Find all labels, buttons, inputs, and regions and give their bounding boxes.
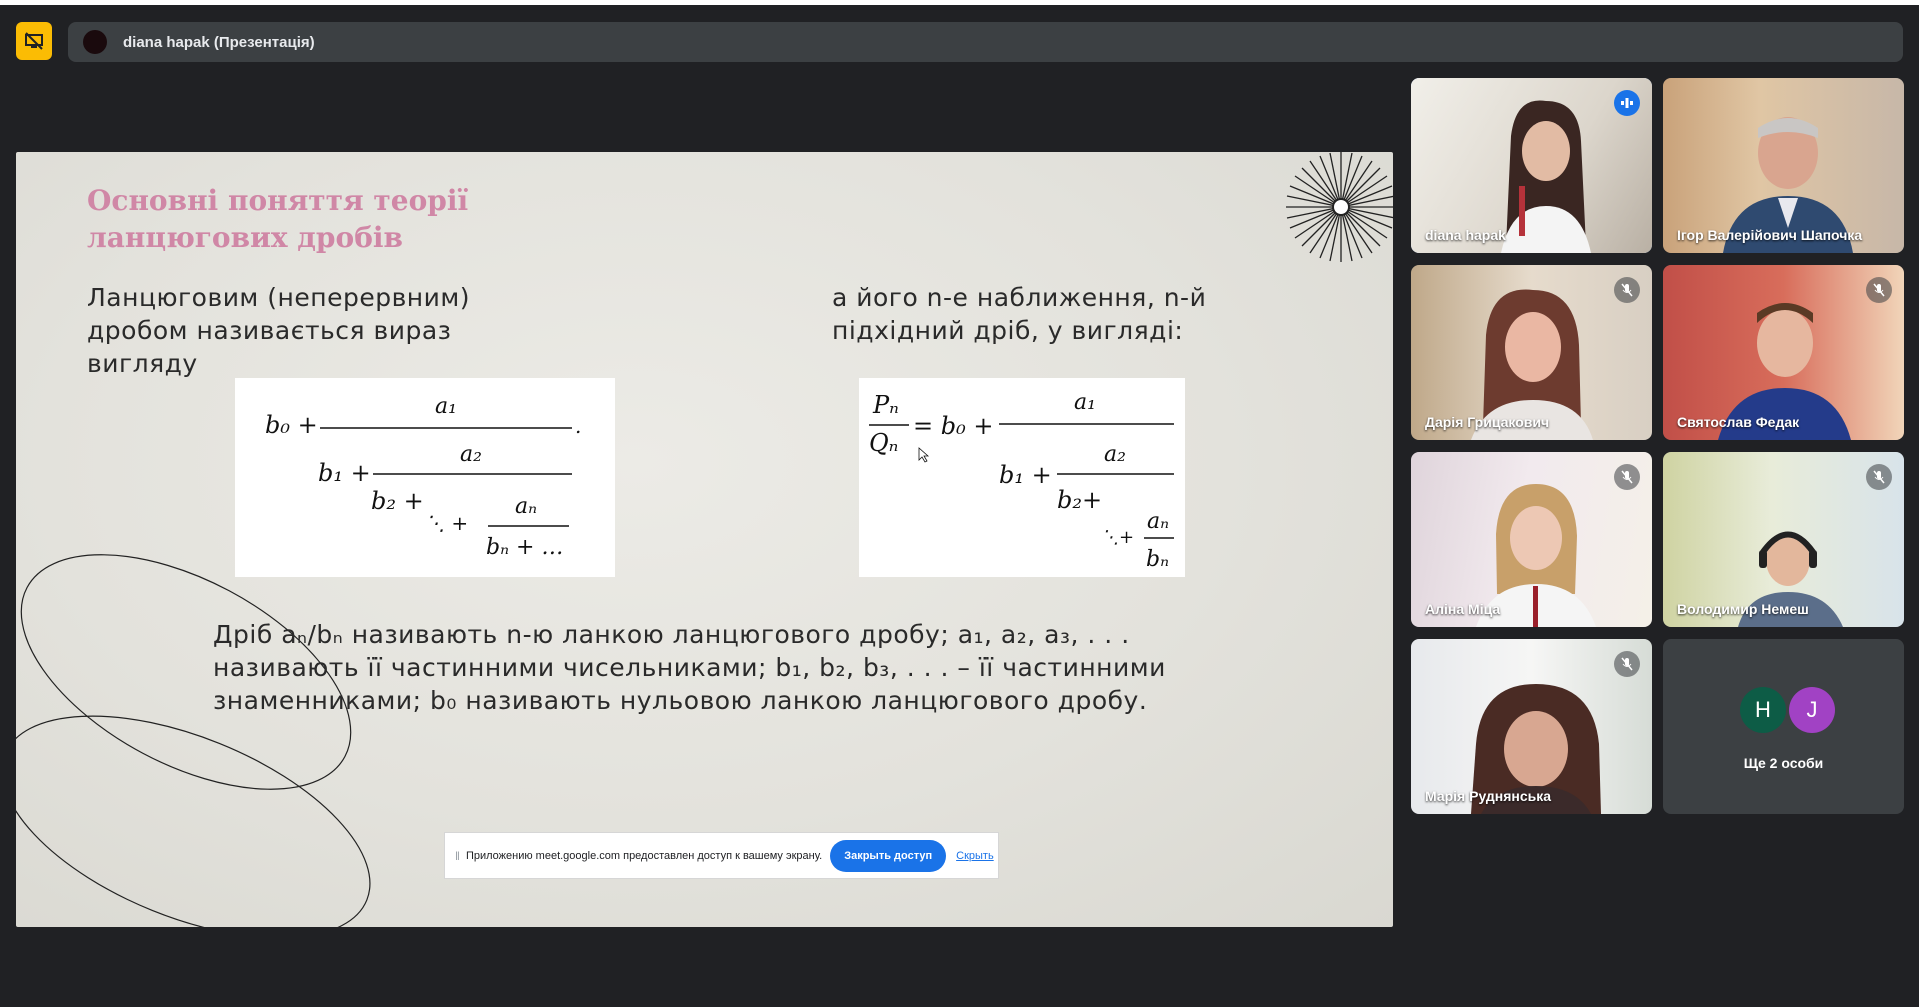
mic-off-icon [1866, 464, 1892, 490]
top-edge-line [0, 0, 1919, 5]
mic-off-icon [1614, 651, 1640, 677]
svg-text:⋱ +: ⋱ + [425, 511, 468, 535]
more-avatars: H J [1740, 687, 1835, 733]
svg-text:aₙ: aₙ [515, 494, 537, 519]
approximation-text: а його n-е наближення, n-й підхідний дрі… [832, 283, 1207, 345]
svg-text:aₙ: aₙ [1147, 509, 1169, 534]
decorative-sunburst-icon [1286, 152, 1393, 262]
svg-text:b₂+: b₂+ [1057, 486, 1102, 514]
svg-text:⋱+: ⋱+ [1101, 527, 1134, 548]
mic-off-icon [1866, 277, 1892, 303]
speaking-indicator-icon [1614, 90, 1640, 116]
svg-text:bₙ + …: bₙ + … [486, 535, 563, 560]
svg-text:bₙ: bₙ [1146, 547, 1169, 572]
participant-name: Аліна Міца [1425, 601, 1501, 617]
hide-banner-link[interactable]: Скрыть [956, 850, 994, 862]
participant-avatar-j: J [1789, 687, 1835, 733]
shared-slide: Основні поняття теорії ланцюгових дробів… [16, 152, 1393, 927]
definition-text: Ланцюговим (неперервним) дробом називаєт… [87, 283, 471, 378]
participant-name: Марія Руднянська [1425, 788, 1552, 804]
participant-tile-daria[interactable]: Дарія Грицакович [1411, 265, 1652, 440]
participant-name: Дарія Грицакович [1425, 414, 1550, 430]
svg-text:b₀ +: b₀ + [265, 411, 318, 439]
svg-text:a₁: a₁ [435, 394, 457, 419]
convergent-formula: Pₙ Qₙ = b₀ + a₁ b₁ + a₂ b₂+ ⋱+ aₙ bₙ [859, 378, 1185, 577]
presenter-avatar [83, 30, 107, 54]
slide-title-line1: Основні поняття теорії [87, 184, 469, 217]
screen-share-off-icon [25, 32, 43, 50]
svg-text:a₁: a₁ [1074, 390, 1096, 415]
svg-text:b₁ +: b₁ + [318, 459, 371, 487]
participant-tile-diana[interactable]: diana hapak [1411, 78, 1652, 253]
participant-tile-igor[interactable]: Ігор Валерійович Шапочка [1663, 78, 1904, 253]
more-participants-tile[interactable]: H J Ще 2 особи [1663, 639, 1904, 814]
presentation-toggle-button[interactable] [16, 22, 52, 60]
svg-text:b₂ +: b₂ + [371, 487, 424, 515]
mic-off-icon [1614, 464, 1640, 490]
participant-tile-sviatoslav[interactable]: Святослав Федак [1663, 265, 1904, 440]
slide-title: Основні поняття теорії ланцюгових дробів [87, 182, 547, 256]
link-definition-text: Дріб aₙ/bₙ називають n-ю ланкою ланцюгов… [213, 620, 1166, 715]
participant-name: Святослав Федак [1677, 414, 1800, 430]
share-message: Приложению meet.google.com предоставлен … [465, 849, 823, 862]
svg-text:Qₙ: Qₙ [869, 429, 898, 457]
svg-text:= b₀ +: = b₀ + [913, 412, 993, 440]
decorative-ellipses [16, 554, 371, 927]
participant-avatar-h: H [1740, 687, 1786, 733]
svg-text:a₂: a₂ [1104, 442, 1126, 467]
mic-off-icon [1614, 277, 1640, 303]
screen-share-banner: ‖ Приложению meet.google.com предоставле… [444, 832, 999, 879]
stop-sharing-button[interactable]: Закрыть доступ [830, 839, 947, 872]
participant-video [1501, 100, 1591, 253]
participant-tile-maria[interactable]: Марія Руднянська [1411, 639, 1652, 814]
svg-text:.: . [575, 414, 581, 438]
svg-text:a₂: a₂ [460, 442, 482, 467]
presenter-title: diana hapak (Презентація) [123, 33, 315, 51]
continued-fraction-formula: b₀ + a₁ . b₁ + a₂ b₂ + ⋱ + aₙ bₙ + … [235, 378, 615, 577]
drag-handle-icon[interactable]: ‖ [455, 849, 460, 863]
participant-name: diana hapak [1425, 227, 1506, 243]
svg-text:b₁ +: b₁ + [999, 461, 1052, 489]
participant-name: Ігор Валерійович Шапочка [1677, 227, 1863, 243]
svg-text:Pₙ: Pₙ [872, 391, 899, 419]
slide-title-line2: ланцюгових дробів [87, 221, 403, 254]
participant-tile-volodymyr[interactable]: Володимир Немеш [1663, 452, 1904, 627]
participant-tile-alina[interactable]: Аліна Міца [1411, 452, 1652, 627]
participant-name: Володимир Немеш [1677, 601, 1809, 617]
presenter-bar: diana hapak (Презентація) [68, 22, 1903, 62]
more-participants-label: Ще 2 особи [1743, 755, 1824, 771]
